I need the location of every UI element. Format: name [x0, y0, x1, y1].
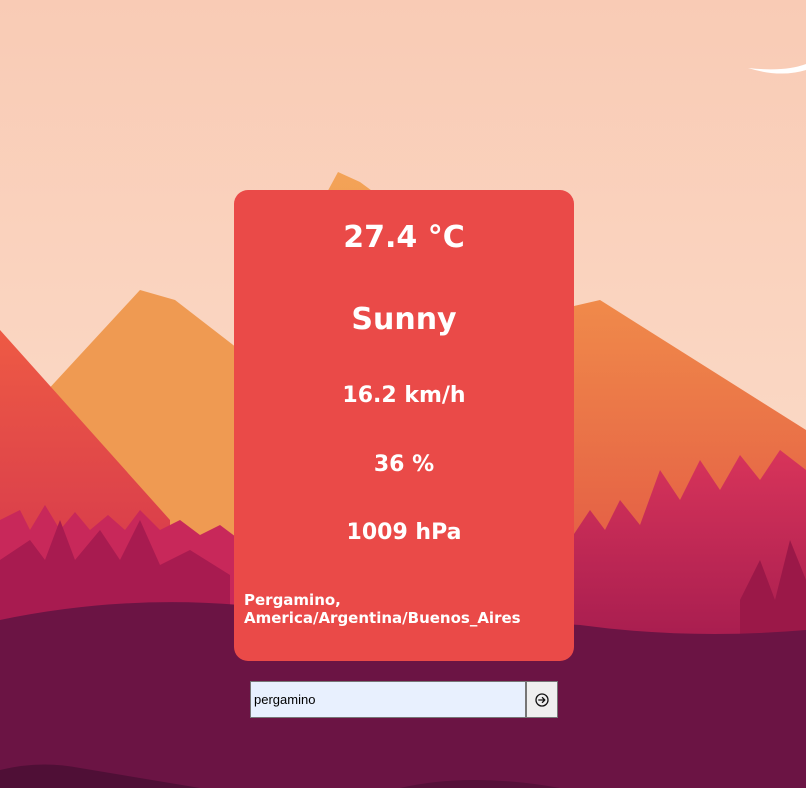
humidity-value: 36 %	[373, 452, 435, 477]
weather-condition: Sunny	[351, 302, 457, 337]
pressure-value: 1009 hPa	[346, 520, 462, 545]
location-label: Pergamino, America/Argentina/Buenos_Aire…	[244, 591, 521, 627]
wind-speed-value: 16.2 km/h	[342, 383, 466, 408]
temperature-value: 27.4 °C	[343, 220, 465, 255]
arrow-right-circle-icon	[535, 692, 549, 707]
city-search-input[interactable]	[250, 681, 526, 718]
search-submit-button[interactable]	[526, 681, 558, 718]
weather-card: 27.4 °C Sunny 16.2 km/h 36 % 1009 hPa Pe…	[234, 190, 574, 661]
